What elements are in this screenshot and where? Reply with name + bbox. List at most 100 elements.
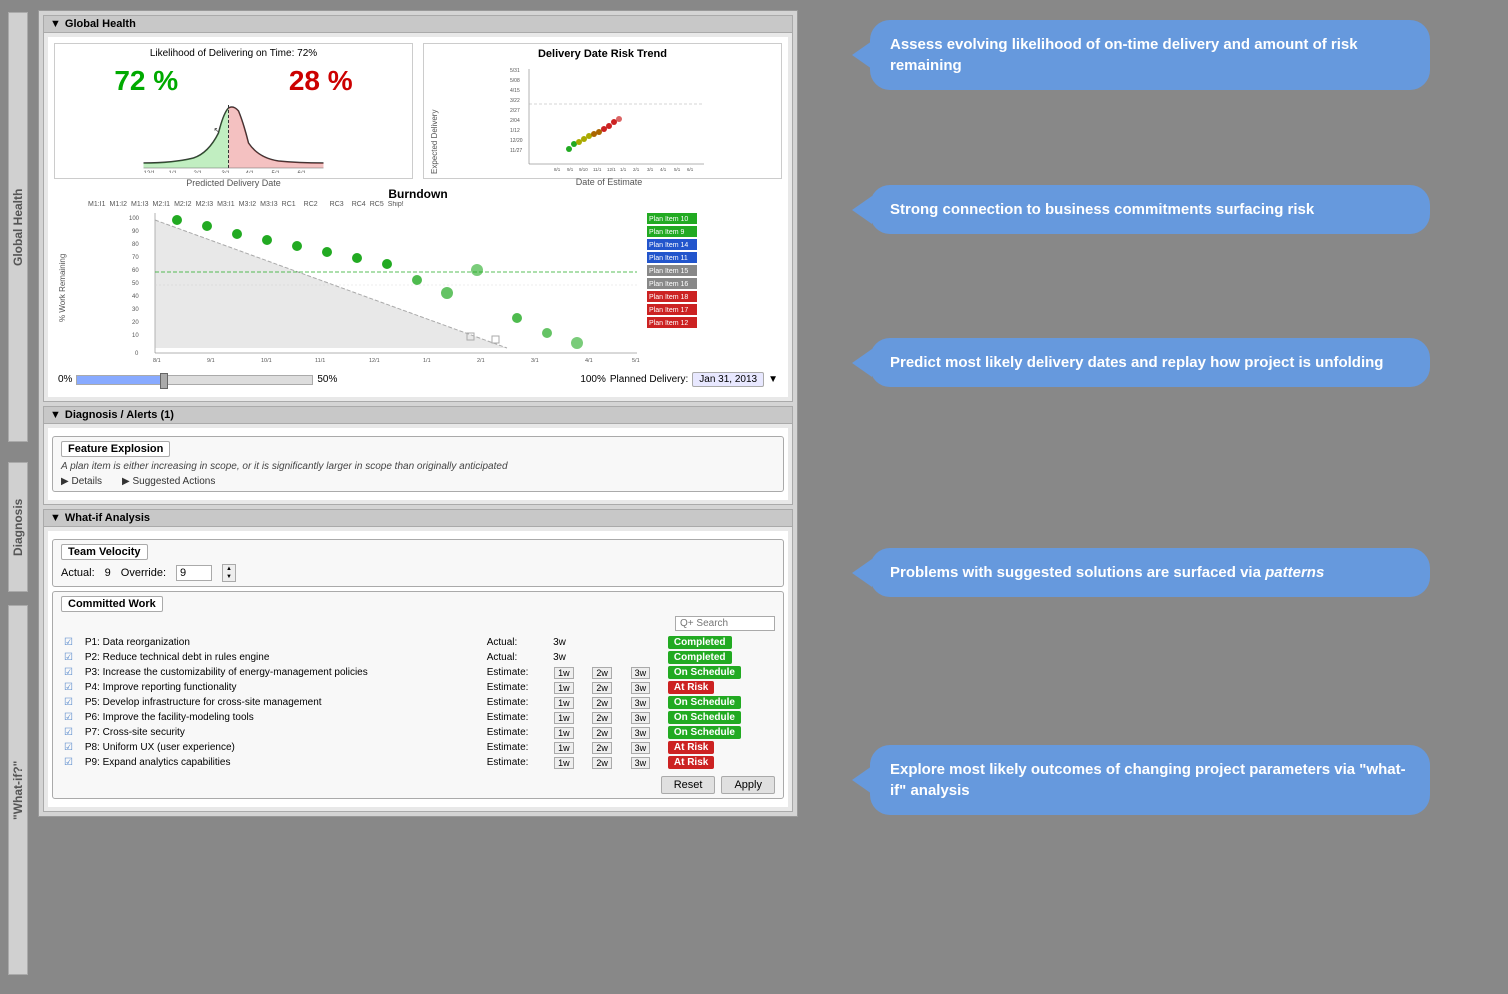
checkbox-1[interactable]: ☑: [61, 635, 82, 650]
svg-text:Plan Item 10: Plan Item 10: [649, 216, 688, 223]
item-status-1: Completed: [665, 635, 775, 650]
svg-text:Plan Item 14: Plan Item 14: [649, 242, 688, 249]
item-status-7: On Schedule: [665, 725, 775, 740]
item-est3-9[interactable]: 3w: [627, 755, 665, 770]
burndown-area: Burndown M1:I1 M1:I2 M1:I3 M2:I1 M2:I2 M…: [54, 183, 782, 391]
checkbox-5[interactable]: ☑: [61, 695, 82, 710]
item-est2-9[interactable]: 2w: [588, 755, 626, 770]
item-est2-5[interactable]: 2w: [588, 695, 626, 710]
svg-text:2/04: 2/04: [510, 118, 520, 124]
svg-text:3/22: 3/22: [510, 98, 520, 104]
checkbox-4[interactable]: ☑: [61, 680, 82, 695]
diagnosis-content: Feature Explosion A plan item is either …: [48, 428, 788, 500]
item-est3-8[interactable]: 3w: [627, 740, 665, 755]
bottom-buttons: Reset Apply: [61, 776, 775, 794]
diagnosis-header: ▼ Diagnosis / Alerts (1): [44, 407, 792, 424]
checkbox-6[interactable]: ☑: [61, 710, 82, 725]
item-name-7: P7: Cross-site security: [82, 725, 484, 740]
progress-thumb[interactable]: [160, 373, 168, 389]
table-row: ☑ P2: Reduce technical debt in rules eng…: [61, 650, 775, 665]
item-est3-6[interactable]: 3w: [627, 710, 665, 725]
whatif-collapse[interactable]: ▼: [50, 512, 61, 524]
committed-work-table: ☑ P1: Data reorganization Actual: 3w Com…: [61, 635, 775, 770]
item-est2-7[interactable]: 2w: [588, 725, 626, 740]
svg-text:5/1: 5/1: [272, 171, 281, 173]
reset-button[interactable]: Reset: [661, 776, 716, 794]
spinner-up[interactable]: ▲: [223, 565, 235, 573]
item-est1-3[interactable]: 1w: [550, 665, 588, 680]
gh-top-row: Likelihood of Delivering on Time: 72% 72…: [54, 43, 782, 179]
item-est3-4[interactable]: 3w: [627, 680, 665, 695]
svg-text:5/1: 5/1: [632, 358, 640, 364]
burndown-y-label: % Work Remaining: [58, 208, 76, 368]
svg-text:4/1: 4/1: [246, 171, 255, 173]
item-est1-9[interactable]: 1w: [550, 755, 588, 770]
progress-bar-row: 0% 50% 100% Planned Delivery: Jan 31, 20…: [58, 372, 778, 387]
item-type-7: Estimate:: [484, 725, 550, 740]
details-link[interactable]: ▶ Details: [61, 476, 102, 487]
item-name-9: P9: Expand analytics capabilities: [82, 755, 484, 770]
svg-text:3/1: 3/1: [222, 171, 231, 173]
diagnosis-collapse[interactable]: ▼: [50, 409, 61, 421]
svg-text:6/1: 6/1: [687, 167, 694, 172]
svg-text:12/1: 12/1: [607, 167, 616, 172]
svg-text:Plan Item 11: Plan Item 11: [649, 255, 688, 262]
item-status-9: At Risk: [665, 755, 775, 770]
item-status-2: Completed: [665, 650, 775, 665]
whatif-header: ▼ What-if Analysis: [44, 510, 792, 527]
item-type-3: Estimate:: [484, 665, 550, 680]
whatif-side-label: "What-if?": [8, 605, 28, 975]
progress-50: 50%: [317, 374, 337, 385]
checkbox-2[interactable]: ☑: [61, 650, 82, 665]
planned-delivery-date[interactable]: Jan 31, 2013: [692, 372, 764, 387]
svg-text:70: 70: [132, 255, 139, 261]
burndown-title: Burndown: [58, 187, 778, 201]
svg-text:0: 0: [135, 351, 139, 357]
item-est3-5[interactable]: 3w: [627, 695, 665, 710]
item-est1-6[interactable]: 1w: [550, 710, 588, 725]
item-est2-4[interactable]: 2w: [588, 680, 626, 695]
item-est3-3[interactable]: 3w: [627, 665, 665, 680]
table-row: ☑ P4: Improve reporting functionality Es…: [61, 680, 775, 695]
checkbox-9[interactable]: ☑: [61, 755, 82, 770]
item-est1-5[interactable]: 1w: [550, 695, 588, 710]
spinner-down[interactable]: ▼: [223, 573, 235, 581]
table-row: ☑ P1: Data reorganization Actual: 3w Com…: [61, 635, 775, 650]
svg-text:5/31: 5/31: [510, 68, 520, 74]
search-input[interactable]: [675, 616, 775, 631]
item-est2-8[interactable]: 2w: [588, 740, 626, 755]
global-health-side-label: Global Health: [8, 12, 28, 442]
item-name-4: P4: Improve reporting functionality: [82, 680, 484, 695]
checkbox-8[interactable]: ☑: [61, 740, 82, 755]
item-est1-8[interactable]: 1w: [550, 740, 588, 755]
velocity-spinner[interactable]: ▲ ▼: [222, 564, 236, 582]
svg-text:↖: ↖: [214, 126, 221, 135]
checkbox-7[interactable]: ☑: [61, 725, 82, 740]
override-input[interactable]: [176, 565, 212, 581]
table-row: ☑ P7: Cross-site security Estimate: 1w 2…: [61, 725, 775, 740]
svg-text:10/1: 10/1: [261, 358, 272, 364]
svg-text:8/1: 8/1: [153, 358, 161, 364]
date-dropdown-arrow[interactable]: ▼: [768, 374, 778, 385]
item-est1-4[interactable]: 1w: [550, 680, 588, 695]
collapse-arrow[interactable]: ▼: [50, 18, 61, 30]
svg-text:20: 20: [132, 320, 139, 326]
svg-text:80: 80: [132, 242, 139, 248]
actual-label: Actual:: [61, 567, 95, 579]
burndown-svg: 100 90 80 70 60 50 40 30 20 10 0: [76, 208, 778, 368]
item-status-8: At Risk: [665, 740, 775, 755]
progress-fill: [77, 376, 159, 384]
apply-button[interactable]: Apply: [721, 776, 775, 794]
item-est1-1: 3w: [550, 635, 588, 650]
svg-text:Plan Item 15: Plan Item 15: [649, 268, 688, 275]
likelihood-title: Likelihood of Delivering on Time: 72%: [59, 48, 408, 59]
item-est3-7[interactable]: 3w: [627, 725, 665, 740]
callout-1: Assess evolving likelihood of on-time de…: [870, 20, 1430, 90]
item-est2-3[interactable]: 2w: [588, 665, 626, 680]
item-est1-7[interactable]: 1w: [550, 725, 588, 740]
item-type-8: Estimate:: [484, 740, 550, 755]
svg-text:11/27: 11/27: [510, 148, 522, 154]
suggested-actions-link[interactable]: ▶ Suggested Actions: [122, 476, 215, 487]
item-est2-6[interactable]: 2w: [588, 710, 626, 725]
checkbox-3[interactable]: ☑: [61, 665, 82, 680]
